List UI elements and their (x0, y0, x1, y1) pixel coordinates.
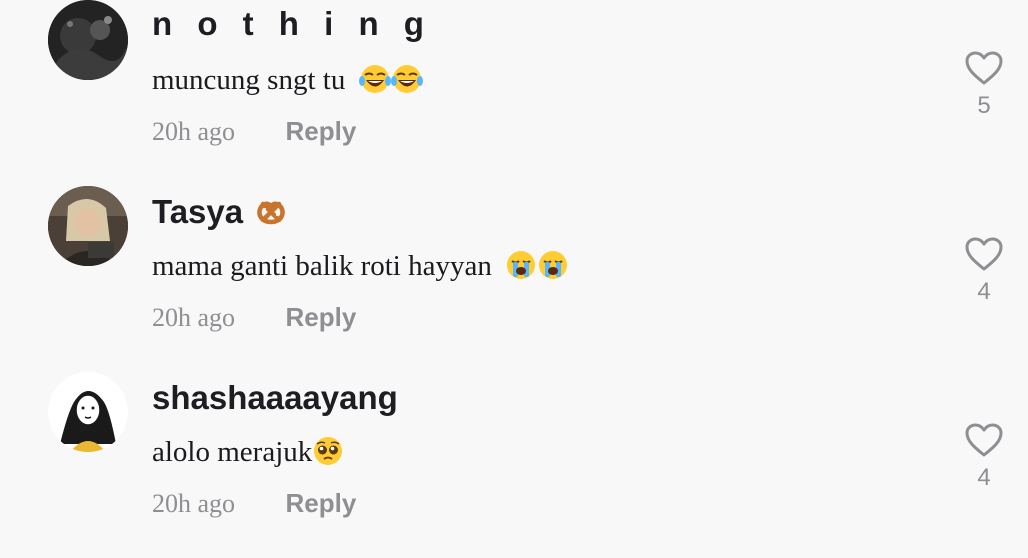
reply-button[interactable]: Reply (286, 116, 357, 147)
reply-button[interactable]: Reply (286, 302, 357, 333)
tears-of-joy-emoji (358, 63, 391, 95)
heart-icon[interactable] (964, 50, 1004, 86)
username[interactable]: Tasya (152, 192, 289, 232)
avatar[interactable] (48, 372, 128, 452)
loudly-crying-emoji (537, 249, 569, 281)
timestamp: 20h ago (152, 116, 236, 146)
pleading-face-emoji (312, 435, 344, 467)
avatar[interactable] (48, 0, 128, 80)
comment-text-content: muncung sngt tu (152, 64, 346, 96)
like-count: 5 (977, 92, 991, 119)
loudly-crying-emoji (505, 249, 537, 281)
comment-item: shashaaaayang alolo merajuk 20h ago Repl… (0, 372, 1028, 558)
comment-meta: 20h ago Reply (152, 116, 356, 152)
like-control: 5 (962, 50, 1006, 120)
like-control: 4 (962, 422, 1006, 492)
like-control: 4 (962, 236, 1006, 306)
timestamp: 20h ago (152, 488, 236, 518)
comment-text-content: alolo merajuk (152, 436, 313, 468)
tears-of-joy-emoji (390, 63, 423, 95)
comment-text-content: mama ganti balik roti hayyan (152, 250, 492, 282)
comment-item: n o t h i n g muncung sngt tu 20h ago Re… (0, 0, 1028, 186)
heart-icon[interactable] (964, 422, 1004, 458)
comment-text: muncung sngt tu (152, 62, 423, 98)
comment-item: Tasya mama ganti balik roti hayyan 20h a… (0, 186, 1028, 372)
comment-text: alolo merajuk (152, 434, 344, 470)
username-text: Tasya (152, 193, 244, 230)
pretzel-emoji (253, 195, 289, 227)
comment-meta: 20h ago Reply (152, 302, 356, 338)
heart-icon[interactable] (964, 236, 1004, 272)
reply-button[interactable]: Reply (286, 488, 357, 519)
like-count: 4 (977, 464, 991, 491)
comment-meta: 20h ago Reply (152, 488, 356, 524)
like-count: 4 (977, 278, 991, 305)
avatar[interactable] (48, 186, 128, 266)
username[interactable]: n o t h i n g (152, 4, 432, 44)
username[interactable]: shashaaaayang (152, 378, 398, 418)
timestamp: 20h ago (152, 302, 236, 332)
comment-text: mama ganti balik roti hayyan (152, 248, 569, 284)
